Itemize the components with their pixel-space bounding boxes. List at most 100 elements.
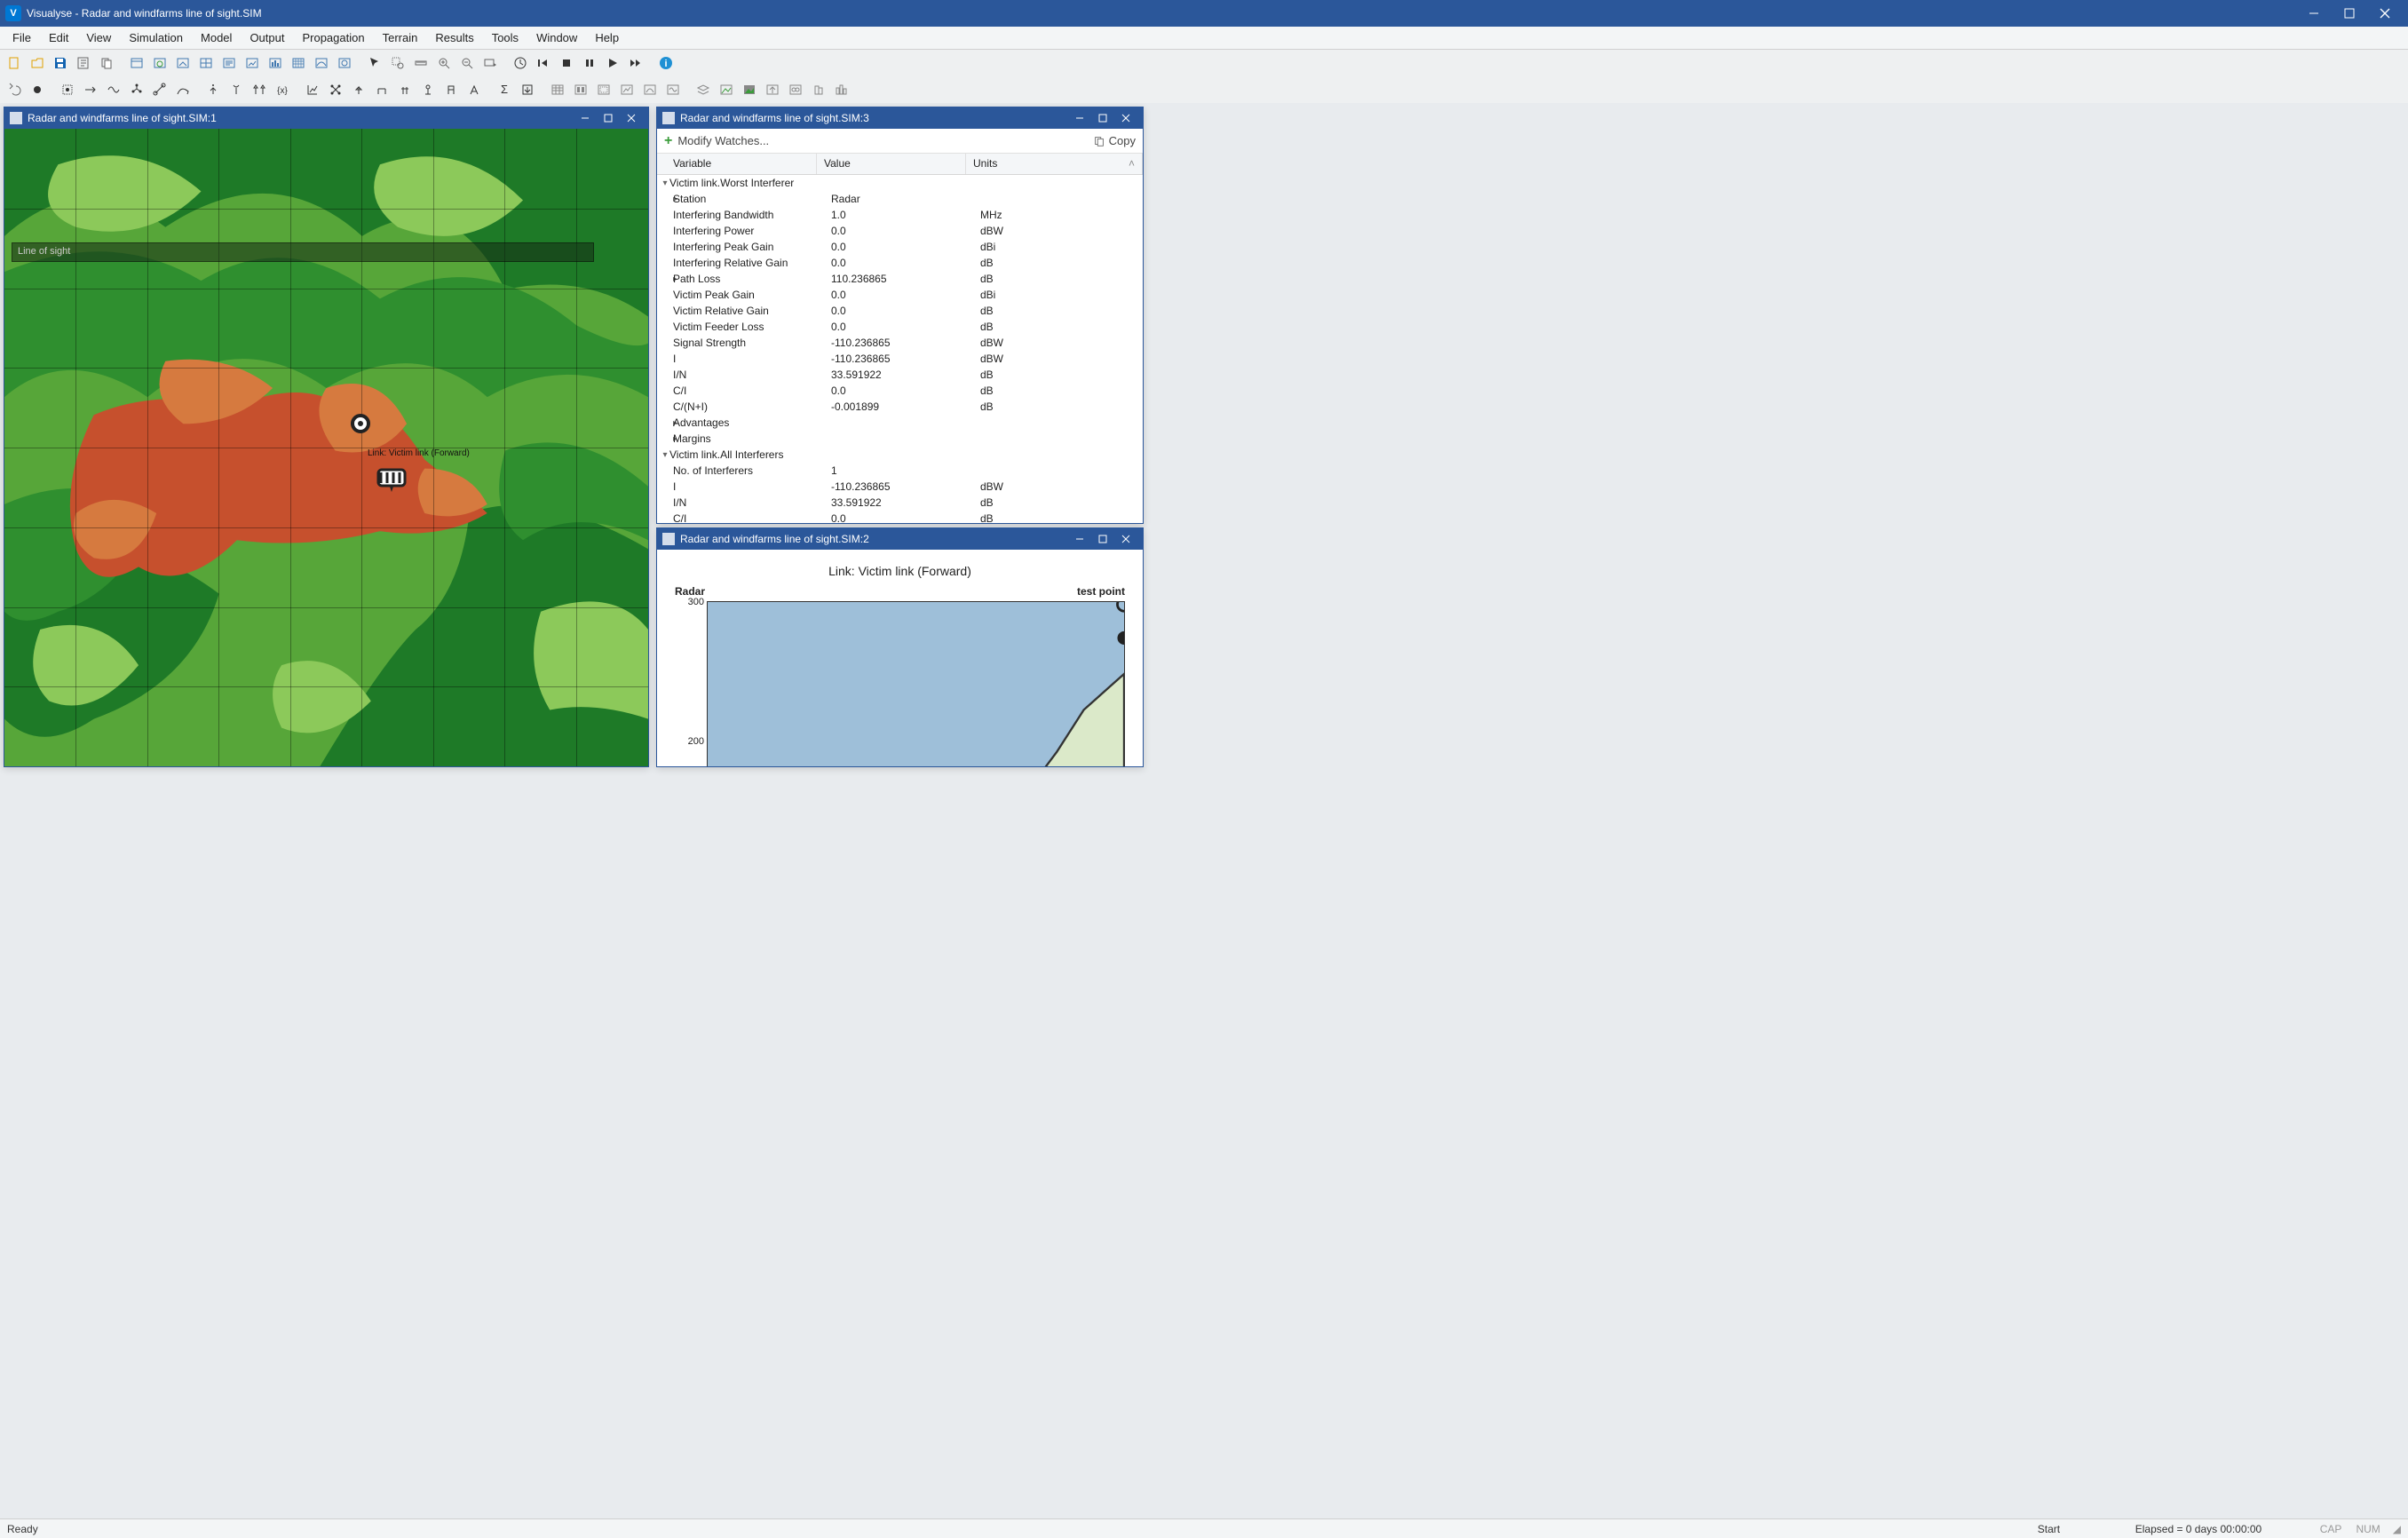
layers-button[interactable]	[693, 79, 714, 100]
watch-row[interactable]: Victim Feeder Loss0.0dB	[657, 319, 1143, 335]
rewind-button[interactable]	[533, 52, 554, 74]
maximize-button[interactable]	[2332, 0, 2367, 27]
save-as-button[interactable]	[73, 52, 94, 74]
label-tool-button[interactable]	[479, 52, 501, 74]
watch-row[interactable]: ▾Victim link.Worst Interferer	[657, 175, 1143, 191]
expand-icon[interactable]: ▾	[657, 178, 669, 188]
terrain-shaded-button[interactable]	[739, 79, 760, 100]
zoom-in-button[interactable]	[433, 52, 455, 74]
results-area-button[interactable]	[593, 79, 614, 100]
map-maximize-button[interactable]	[597, 109, 620, 127]
menu-tools[interactable]: Tools	[483, 28, 527, 47]
window-chart-button[interactable]	[242, 52, 263, 74]
terrain-antenna-button[interactable]	[762, 79, 783, 100]
chart-minimize-button[interactable]	[1068, 530, 1091, 548]
info-button[interactable]: i	[655, 52, 677, 74]
column-variable[interactable]: Variable	[657, 154, 817, 174]
station-f-button[interactable]	[463, 79, 485, 100]
window-earth-button[interactable]	[149, 52, 170, 74]
window-grid-button[interactable]	[288, 52, 309, 74]
clock-button[interactable]	[510, 52, 531, 74]
menu-output[interactable]: Output	[241, 28, 293, 47]
menu-results[interactable]: Results	[426, 28, 482, 47]
undo-button[interactable]	[4, 79, 25, 100]
copy-button[interactable]	[96, 52, 117, 74]
watch-row[interactable]: ▸Path Loss110.236865dB	[657, 271, 1143, 287]
building-button[interactable]	[808, 79, 829, 100]
results-chart-button[interactable]	[616, 79, 638, 100]
watch-row[interactable]: C/I0.0dB	[657, 511, 1143, 523]
menu-help[interactable]: Help	[586, 28, 628, 47]
open-button[interactable]	[27, 52, 48, 74]
menu-propagation[interactable]: Propagation	[293, 28, 373, 47]
watch-close-button[interactable]	[1114, 109, 1137, 127]
watch-row[interactable]: ▾Victim link.All Interferers	[657, 447, 1143, 463]
watch-row[interactable]: C/I0.0dB	[657, 383, 1143, 399]
station-pair-button[interactable]	[249, 79, 270, 100]
map-close-button[interactable]	[620, 109, 643, 127]
watch-table-body[interactable]: ▾Victim link.Worst Interferer▸StationRad…	[657, 175, 1143, 523]
watch-row[interactable]: Victim Peak Gain0.0dBi	[657, 287, 1143, 303]
results-stats-button[interactable]	[662, 79, 684, 100]
variable-button[interactable]: {x}	[272, 79, 293, 100]
chart-window-titlebar[interactable]: Radar and windfarms line of sight.SIM:2	[657, 528, 1143, 550]
window-table-button[interactable]	[195, 52, 217, 74]
menu-simulation[interactable]: Simulation	[120, 28, 192, 47]
minimize-button[interactable]	[2296, 0, 2332, 27]
export-button[interactable]	[517, 79, 538, 100]
window-map-button[interactable]	[126, 52, 147, 74]
pause-button[interactable]	[579, 52, 600, 74]
expand-icon[interactable]: ▸	[657, 194, 673, 204]
group-link-button[interactable]	[302, 79, 323, 100]
watch-row[interactable]: No. of Interferers1	[657, 463, 1143, 479]
watch-row[interactable]: ▸Margins	[657, 431, 1143, 447]
node-button[interactable]	[27, 79, 48, 100]
expand-icon[interactable]: ▸	[657, 418, 673, 428]
watch-maximize-button[interactable]	[1091, 109, 1114, 127]
station-a-button[interactable]	[348, 79, 369, 100]
copy-button[interactable]: Copy	[1093, 134, 1136, 147]
carrier-button[interactable]	[103, 79, 124, 100]
results-contour-button[interactable]	[639, 79, 661, 100]
menu-file[interactable]: File	[4, 28, 40, 47]
watch-minimize-button[interactable]	[1068, 109, 1091, 127]
watch-row[interactable]: Interfering Peak Gain0.0dBi	[657, 239, 1143, 255]
close-button[interactable]	[2367, 0, 2403, 27]
radar-marker[interactable]	[351, 414, 370, 433]
antenna-button[interactable]	[57, 79, 78, 100]
column-value[interactable]: Value	[817, 154, 966, 174]
station-e-button[interactable]	[440, 79, 462, 100]
group-net-button[interactable]	[325, 79, 346, 100]
window-text-button[interactable]	[218, 52, 240, 74]
station-tx-button[interactable]	[202, 79, 224, 100]
watch-row[interactable]: I/N33.591922dB	[657, 367, 1143, 383]
watch-row[interactable]: Interfering Bandwidth1.0MHz	[657, 207, 1143, 223]
zoom-out-button[interactable]	[456, 52, 478, 74]
stop-button[interactable]	[556, 52, 577, 74]
menu-view[interactable]: View	[77, 28, 120, 47]
map-window-titlebar[interactable]: Radar and windfarms line of sight.SIM:1	[4, 107, 648, 129]
watch-row[interactable]: I/N33.591922dB	[657, 495, 1143, 511]
save-button[interactable]	[50, 52, 71, 74]
station-rx-button[interactable]	[226, 79, 247, 100]
resize-grip-icon[interactable]: ◢	[2393, 1523, 2401, 1535]
watch-row[interactable]: I-110.236865dBW	[657, 351, 1143, 367]
expand-icon[interactable]: ▸	[657, 434, 673, 444]
watch-window-titlebar[interactable]: Radar and windfarms line of sight.SIM:3	[657, 107, 1143, 129]
results-grid-button[interactable]	[570, 79, 591, 100]
link-button[interactable]	[149, 79, 170, 100]
watch-row[interactable]: Interfering Relative Gain0.0dB	[657, 255, 1143, 271]
map-canvas[interactable]: Line of sight Link: Victim link (Forward…	[4, 129, 648, 766]
watch-row[interactable]: ▸StationRadar	[657, 191, 1143, 207]
watch-row[interactable]: I-110.236865dBW	[657, 479, 1143, 495]
select-tool-button[interactable]	[364, 52, 385, 74]
station-d-button[interactable]	[417, 79, 439, 100]
window-3d-button[interactable]	[172, 52, 194, 74]
column-units[interactable]: Units˄	[966, 154, 1143, 174]
zoom-area-button[interactable]	[387, 52, 408, 74]
chart-plot[interactable]: 3002001000 m	[707, 601, 1125, 766]
new-button[interactable]	[4, 52, 25, 74]
fast-forward-button[interactable]	[625, 52, 646, 74]
chart-maximize-button[interactable]	[1091, 530, 1114, 548]
watch-row[interactable]: C/(N+I)-0.001899dB	[657, 399, 1143, 415]
